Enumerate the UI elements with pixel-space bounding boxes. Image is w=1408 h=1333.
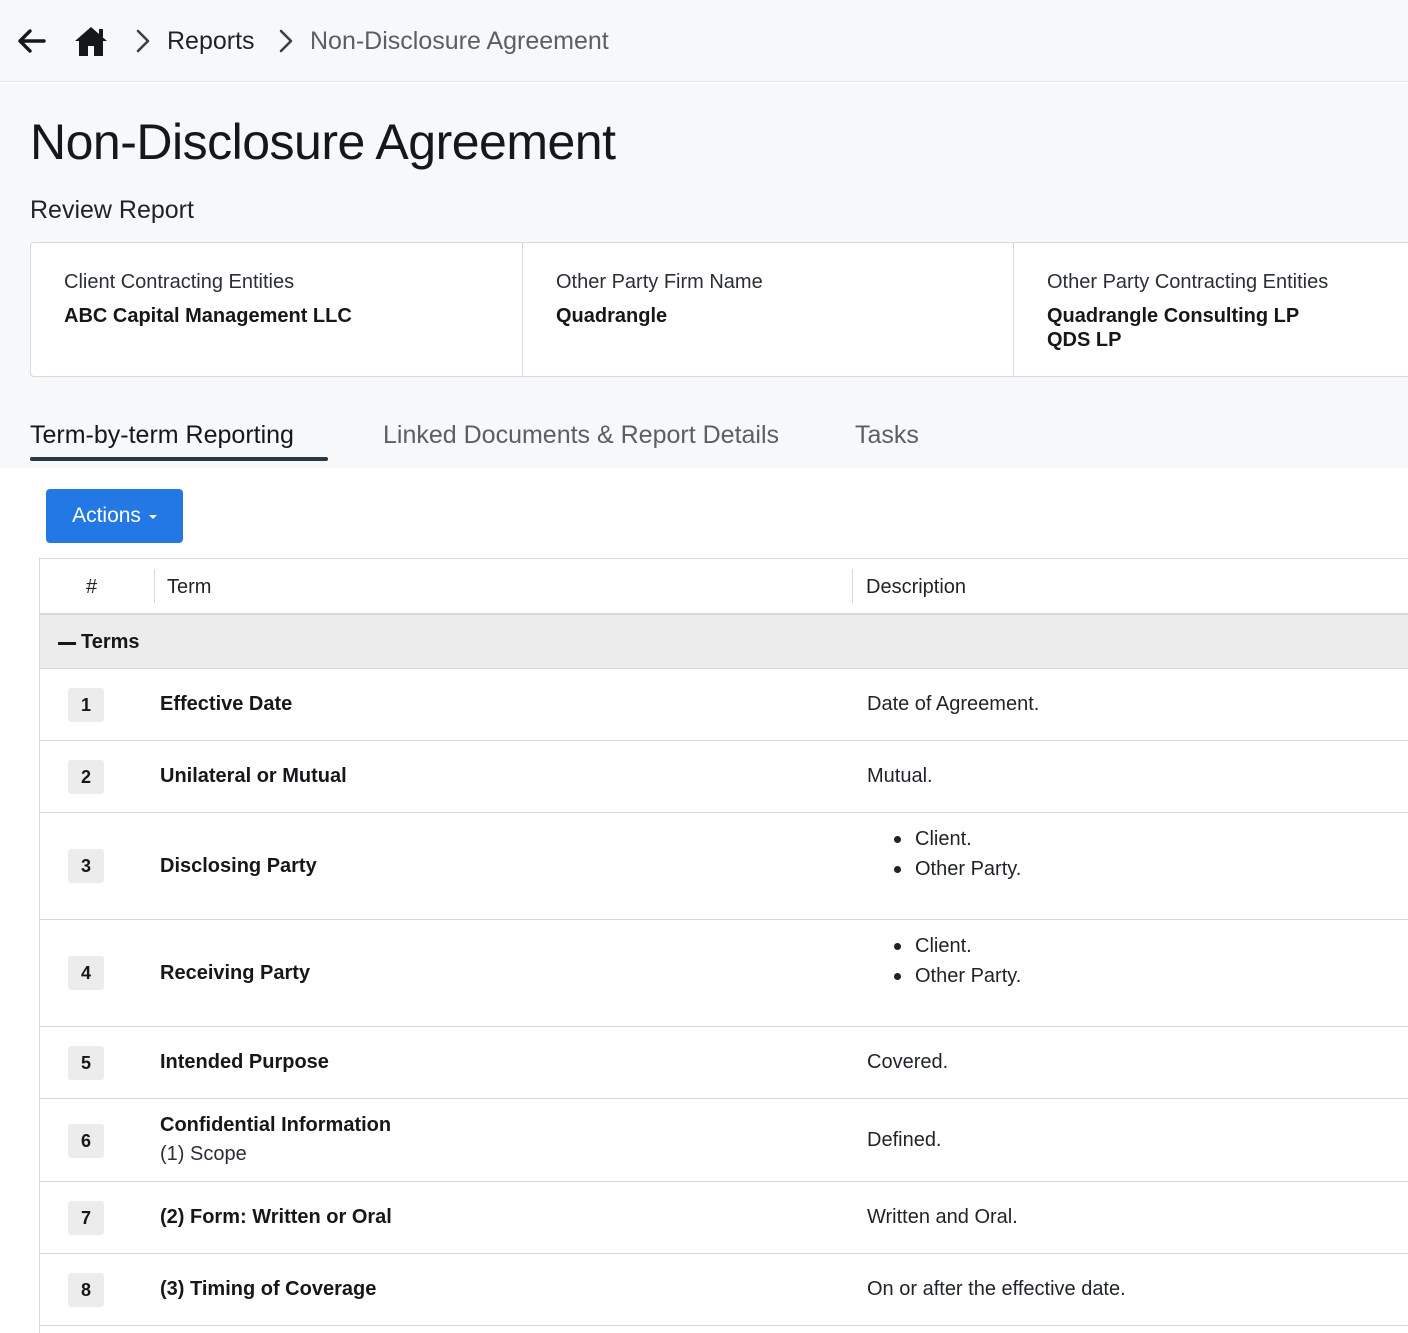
group-label: Terms [81,631,140,653]
chevron-right-icon [136,29,150,53]
info-card-client-entities: Client Contracting Entities ABC Capital … [31,243,523,376]
row-number-badge: 8 [68,1273,104,1307]
term-name: Confidential Information [160,1114,392,1136]
term-description: Covered. [867,1051,949,1073]
column-header-number[interactable]: # [86,574,97,600]
term-name: Intended Purpose [160,1051,329,1073]
info-card-other-party-entities: Other Party Contracting Entities Quadran… [1014,243,1408,376]
row-number-badge: 6 [68,1124,104,1158]
term-name: (2) Form: Written or Oral [160,1206,392,1228]
row-number-badge: 1 [68,688,104,722]
term-name: Receiving Party [160,962,311,984]
term-description: Defined. [867,1129,942,1151]
table-header: # Term Description [40,559,1408,615]
actions-dropdown-button[interactable]: Actions [46,489,183,543]
page-subtitle: Review Report [30,196,194,224]
table-row[interactable]: 8 (3) Timing of Coverage On or after the… [40,1254,1408,1326]
group-row-terms[interactable]: Terms [40,615,1408,669]
row-number-badge: 3 [68,849,104,883]
page-title: Non-Disclosure Agreement [30,114,616,170]
active-tab-indicator [30,457,328,461]
actions-label: Actions [72,504,141,527]
info-card-other-party-firm: Other Party Firm Name Quadrangle [523,243,1014,376]
info-value: ABC Capital Management LLC [64,305,352,327]
term-name: Disclosing Party [160,855,317,877]
table-row[interactable]: 7 (2) Form: Written or Oral Written and … [40,1182,1408,1254]
table-row[interactable]: 5 Intended Purpose Covered. [40,1027,1408,1099]
chevron-right-icon [279,29,293,53]
column-header-description[interactable]: Description [866,574,966,600]
top-bar: Reports Non-Disclosure Agreement [0,0,1408,82]
entity-name: QDS LP [1047,329,1122,351]
bullet-item: Client. [893,931,1021,961]
entity-name: Quadrangle Consulting LP [1047,305,1300,327]
collapse-icon[interactable] [58,642,76,645]
bullet-item: Other Party. [893,854,1021,884]
tab-linked-documents[interactable]: Linked Documents & Report Details [383,418,779,452]
term-description: On or after the effective date. [867,1278,1126,1300]
term-name: Effective Date [160,693,293,715]
term-description: Written and Oral. [867,1206,1018,1228]
description-bullet-list: Client. Other Party. [893,824,1021,884]
info-value: Quadrangle [556,305,668,327]
breadcrumb-reports-link[interactable]: Reports [167,24,255,58]
description-bullet-list: Client. Other Party. [893,931,1021,991]
home-icon[interactable] [73,24,109,58]
breadcrumb-current: Non-Disclosure Agreement [310,27,609,55]
table-row[interactable]: 1 Effective Date Date of Agreement. [40,669,1408,741]
tab-tasks[interactable]: Tasks [855,418,919,452]
bullet-item: Client. [893,824,1021,854]
term-description: Mutual. [867,765,933,787]
row-number-badge: 4 [68,956,104,990]
info-label: Client Contracting Entities [64,271,295,293]
table-row[interactable]: 3 Disclosing Party Client. Other Party. [40,813,1408,920]
term-name: (3) Timing of Coverage [160,1278,377,1300]
term-description: Date of Agreement. [867,693,1040,715]
column-header-term[interactable]: Term [167,574,211,600]
column-divider[interactable] [852,569,853,603]
term-name: Unilateral or Mutual [160,765,347,787]
tab-term-by-term-reporting[interactable]: Term-by-term Reporting [30,418,294,452]
caret-down-icon [148,515,157,519]
info-label: Other Party Firm Name [556,271,763,293]
bullet-item: Other Party. [893,961,1021,991]
info-value: Quadrangle Consulting LP QDS LP [1047,304,1299,352]
terms-table: # Term Description Terms 1 Effective Dat… [39,558,1408,1333]
row-number-badge: 7 [68,1201,104,1235]
table-row[interactable]: 4 Receiving Party Client. Other Party. [40,920,1408,1027]
table-row[interactable]: 2 Unilateral or Mutual Mutual. [40,741,1408,813]
table-row[interactable]: 6 Confidential Information (1) Scope Def… [40,1099,1408,1182]
row-number-badge: 5 [68,1046,104,1080]
term-subitem: (1) Scope [160,1143,247,1165]
info-label: Other Party Contracting Entities [1047,271,1329,293]
back-arrow-icon[interactable] [16,26,48,56]
info-cards: Client Contracting Entities ABC Capital … [30,242,1408,377]
column-divider[interactable] [154,569,155,603]
row-number-badge: 2 [68,760,104,794]
